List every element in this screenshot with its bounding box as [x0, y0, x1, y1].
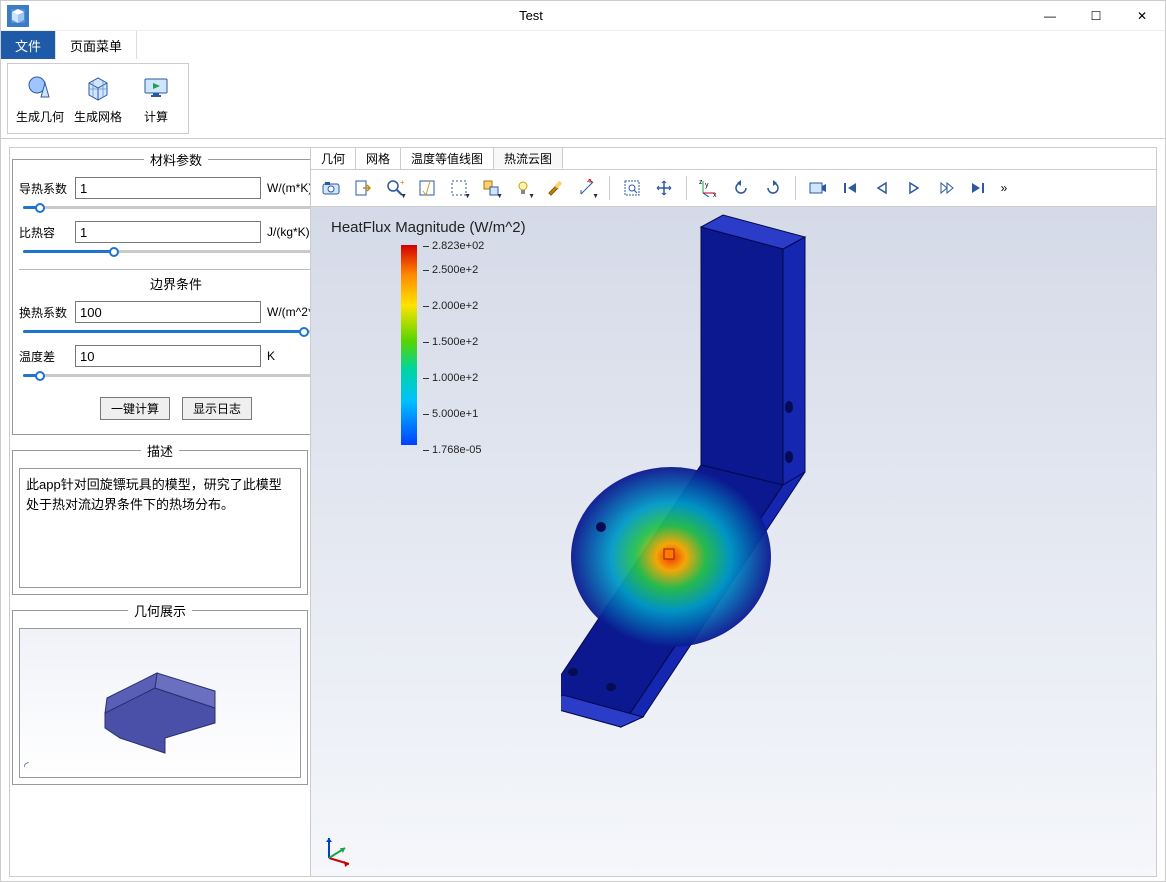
show-log-button[interactable]: 显示日志 — [182, 397, 252, 420]
model-l-shape — [561, 207, 861, 767]
tab-heatflux[interactable]: 热流云图 — [494, 148, 563, 169]
conductivity-slider[interactable] — [23, 201, 310, 215]
heatcap-slider[interactable] — [23, 245, 310, 259]
svg-text:+: + — [400, 179, 404, 187]
light-icon[interactable]: ▼ — [509, 174, 537, 202]
coeff-unit: W/(m^2*K) — [267, 305, 310, 319]
pan-icon[interactable] — [650, 174, 678, 202]
tab-mesh[interactable]: 网格 — [356, 148, 401, 169]
tick-label: 2.000e+2 — [423, 301, 478, 312]
tick-label: 2.500e+2 — [423, 265, 478, 276]
rotate-cw-icon[interactable] — [759, 174, 787, 202]
ribbon-compute[interactable]: 计算 — [132, 72, 180, 125]
zoom-window-icon[interactable] — [618, 174, 646, 202]
select-group-icon[interactable]: ▼ — [477, 174, 505, 202]
coeff-slider[interactable] — [23, 325, 310, 339]
step-fwd-icon[interactable] — [932, 174, 960, 202]
coeff-input[interactable] — [75, 301, 261, 323]
conductivity-unit: W/(m*K) — [267, 181, 310, 195]
camera-icon[interactable] — [317, 174, 345, 202]
tick-label: 1.000e+2 — [423, 373, 478, 384]
monitor-play-icon — [140, 72, 172, 104]
one-click-calc-button[interactable]: 一键计算 — [100, 397, 170, 420]
menubar: 文件 页面菜单 — [1, 31, 1165, 59]
heatcap-unit: J/(kg*K) — [267, 225, 310, 239]
tick-label: 1.768e-05 — [423, 445, 482, 456]
tempdiff-label: 温度差 — [19, 348, 69, 365]
svg-text:✕: ✕ — [586, 179, 594, 185]
description-group: 描述 此app针对回旋镖玩具的模型，研究了此模型处于热对流边界条件下的热场分布。 — [12, 441, 308, 595]
close-button[interactable]: ✕ — [1119, 1, 1165, 31]
colorbar-title: HeatFlux Magnitude (W/m^2) — [331, 219, 526, 236]
tick-label: 5.000e+1 — [423, 409, 478, 420]
ribbon-label: 生成几何 — [16, 108, 64, 125]
geom-preview-group: 几何展示 ◜ — [12, 601, 308, 785]
material-legend: 材料参数 — [144, 150, 208, 169]
tab-temp-contour[interactable]: 温度等值线图 — [401, 148, 494, 169]
video-icon[interactable] — [804, 174, 832, 202]
window-title: Test — [35, 8, 1027, 23]
colorbar — [401, 245, 417, 445]
app-icon — [7, 5, 29, 27]
select-box-icon[interactable] — [413, 174, 441, 202]
heatcap-label: 比热容 — [19, 224, 69, 241]
step-last-icon[interactable] — [964, 174, 992, 202]
viewport-3d[interactable]: HeatFlux Magnitude (W/m^2) 2.823e+02 2.5… — [311, 207, 1156, 876]
left-panel: 材料参数 导热系数 W/(m*K) 比热容 J/(kg*K) 边界条件 换热系数… — [10, 148, 310, 876]
measure-icon[interactable]: ✕▼ — [573, 174, 601, 202]
ribbon-generate-mesh[interactable]: 生成网格 — [74, 72, 122, 125]
zoom-icon[interactable]: +▼ — [381, 174, 409, 202]
menu-tab-page[interactable]: 页面菜单 — [56, 31, 137, 59]
brush-icon[interactable] — [541, 174, 569, 202]
titlebar: Test — ☐ ✕ — [1, 1, 1165, 31]
rotate-ccw-icon[interactable] — [727, 174, 755, 202]
toolbar-separator — [795, 176, 796, 200]
sphere-cone-icon — [24, 72, 56, 104]
export-icon[interactable] — [349, 174, 377, 202]
step-first-icon[interactable] — [836, 174, 864, 202]
svg-text:y: y — [705, 182, 709, 189]
toolbar-overflow[interactable]: » — [996, 181, 1012, 195]
cube-mesh-icon — [82, 72, 114, 104]
toolbar-separator — [686, 176, 687, 200]
axes-icon[interactable]: z xy — [695, 174, 723, 202]
tick-label: 2.823e+02 — [423, 241, 484, 252]
viewport-toolbar: +▼ ▼ ▼ ▼ ✕▼ z xy » — [311, 170, 1156, 207]
view-tabs: 几何 网格 温度等值线图 热流云图 — [311, 148, 1156, 170]
ribbon-label: 计算 — [144, 108, 168, 125]
maximize-button[interactable]: ☐ — [1073, 1, 1119, 31]
description-legend: 描述 — [141, 441, 179, 460]
conductivity-input[interactable] — [75, 177, 261, 199]
toolbar-separator — [609, 176, 610, 200]
tempdiff-unit: K — [267, 349, 310, 363]
description-text: 此app针对回旋镖玩具的模型，研究了此模型处于热对流边界条件下的热场分布。 — [19, 468, 301, 588]
right-panel: 几何 网格 温度等值线图 热流云图 +▼ ▼ ▼ ▼ ✕▼ z xy — [310, 148, 1156, 876]
select-rect-icon[interactable]: ▼ — [445, 174, 473, 202]
geom-preview[interactable]: ◜ — [19, 628, 301, 778]
play-icon[interactable] — [900, 174, 928, 202]
tick-label: 1.500e+2 — [423, 337, 478, 348]
heatcap-input[interactable] — [75, 221, 261, 243]
spinner-icon: ◜ — [24, 759, 29, 773]
ribbon-generate-geometry[interactable]: 生成几何 — [16, 72, 64, 125]
conductivity-label: 导热系数 — [19, 180, 69, 197]
boundary-legend: 边界条件 — [19, 274, 310, 293]
menu-tab-file[interactable]: 文件 — [1, 31, 56, 59]
axis-triad-icon — [319, 828, 359, 868]
coeff-label: 换热系数 — [19, 304, 69, 321]
step-back-icon[interactable] — [868, 174, 896, 202]
tab-geometry[interactable]: 几何 — [311, 148, 356, 169]
ribbon: 生成几何 生成网格 计算 — [1, 59, 1165, 139]
geom-preview-legend: 几何展示 — [128, 601, 192, 620]
material-group: 材料参数 导热系数 W/(m*K) 比热容 J/(kg*K) 边界条件 换热系数… — [12, 150, 310, 435]
tempdiff-input[interactable] — [75, 345, 261, 367]
tempdiff-slider[interactable] — [23, 369, 310, 383]
minimize-button[interactable]: — — [1027, 1, 1073, 31]
ribbon-label: 生成网格 — [74, 108, 122, 125]
svg-text:z: z — [699, 179, 703, 186]
svg-text:x: x — [713, 192, 717, 197]
